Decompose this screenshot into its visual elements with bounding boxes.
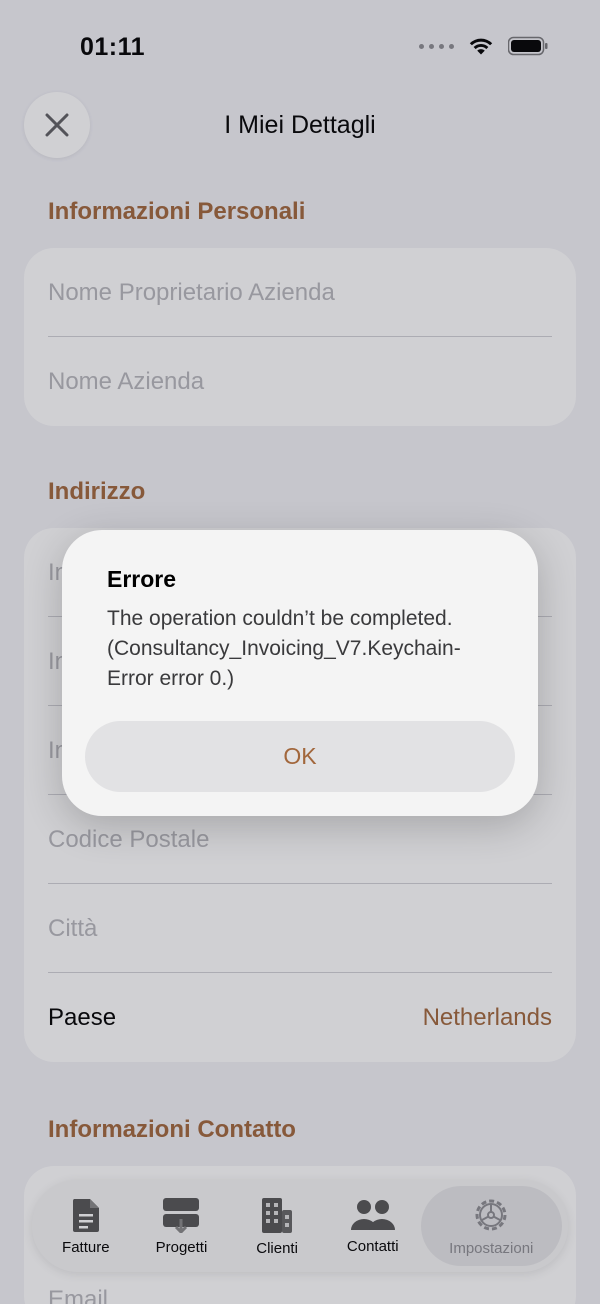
alert-ok-button[interactable]: OK	[85, 721, 515, 792]
alert-title: Errore	[107, 566, 177, 592]
screen: 01:11 I Miei Dettagli Informazioni Perso…	[0, 0, 600, 1304]
error-alert: Errore The operation couldn’t be complet…	[62, 530, 538, 816]
alert-message: The operation couldn’t be completed. (Co…	[107, 607, 461, 690]
